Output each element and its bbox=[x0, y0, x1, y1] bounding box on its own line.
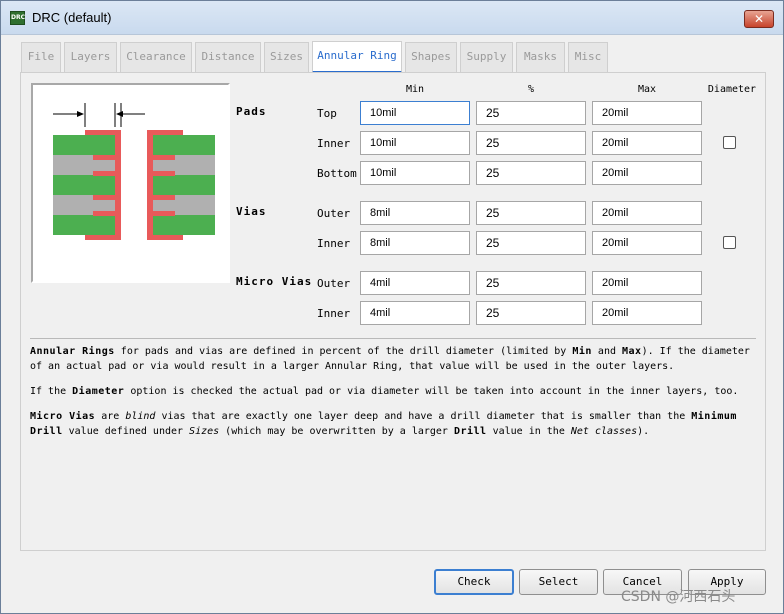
tab-layers[interactable]: Layers bbox=[64, 42, 117, 72]
micro-vias-inner-percent-input[interactable] bbox=[476, 301, 586, 325]
column-percent: % bbox=[527, 84, 535, 95]
tab-clearance[interactable]: Clearance bbox=[120, 42, 192, 72]
pads-top-min-input[interactable] bbox=[360, 101, 470, 125]
vias-outer-percent-input[interactable] bbox=[476, 201, 586, 225]
description-micro-vias: Micro Vias are blind vias that are exact… bbox=[30, 409, 755, 439]
desc-text: If the bbox=[30, 386, 73, 397]
pads-label: Pads bbox=[236, 105, 267, 118]
desc-text: value in the bbox=[486, 426, 571, 437]
vias-outer-max-input[interactable] bbox=[592, 201, 702, 225]
pads-bottom-min-input[interactable] bbox=[360, 161, 470, 185]
desc-text: value defined under bbox=[62, 426, 190, 437]
micro-vias-outer-label: Outer bbox=[317, 277, 351, 290]
tab-distance[interactable]: Distance bbox=[195, 42, 261, 72]
desc-term-sizes: Sizes bbox=[189, 426, 220, 437]
desc-term-diameter: Diameter bbox=[72, 386, 125, 397]
desc-term-min: Min bbox=[572, 346, 592, 357]
select-button[interactable]: Select bbox=[519, 569, 598, 595]
vias-outer-label: Outer bbox=[317, 207, 351, 220]
pads-inner-max-input[interactable] bbox=[592, 131, 702, 155]
desc-text: for pads and vias are defined in percent… bbox=[114, 346, 573, 357]
vias-inner-min-input[interactable] bbox=[360, 231, 470, 255]
micro-vias-inner-label: Inner bbox=[317, 307, 351, 320]
pads-top-label: Top bbox=[317, 107, 337, 120]
micro-vias-outer-percent-input[interactable] bbox=[476, 271, 586, 295]
desc-text: ). bbox=[637, 426, 650, 437]
desc-text: vias that are exactly one layer deep and… bbox=[155, 411, 692, 422]
micro-vias-outer-max-input[interactable] bbox=[592, 271, 702, 295]
vias-diameter-checkbox[interactable] bbox=[723, 236, 736, 249]
desc-term-blind: blind bbox=[125, 411, 156, 422]
vias-inner-label: Inner bbox=[317, 237, 351, 250]
pads-inner-min-input[interactable] bbox=[360, 131, 470, 155]
title-bar: DRC DRC (default) ✕ bbox=[1, 1, 783, 35]
micro-vias-inner-max-input[interactable] bbox=[592, 301, 702, 325]
annular-ring-diagram bbox=[31, 83, 230, 283]
check-button[interactable]: Check bbox=[434, 569, 514, 595]
annular-ring-illustration bbox=[53, 103, 215, 240]
tab-sizes[interactable]: Sizes bbox=[264, 42, 309, 72]
desc-term-annular-rings: Annular Rings bbox=[30, 346, 115, 357]
separator bbox=[30, 338, 756, 339]
micro-vias-inner-min-input[interactable] bbox=[360, 301, 470, 325]
pads-bottom-max-input[interactable] bbox=[592, 161, 702, 185]
tab-masks[interactable]: Masks bbox=[516, 42, 565, 72]
desc-text: are bbox=[95, 411, 126, 422]
drc-app-icon: DRC bbox=[10, 11, 25, 25]
tab-annular-ring[interactable]: Annular Ring bbox=[312, 41, 402, 73]
window-title: DRC (default) bbox=[32, 10, 112, 25]
tab-file[interactable]: File bbox=[21, 42, 61, 72]
tab-supply[interactable]: Supply bbox=[460, 42, 513, 72]
vias-inner-max-input[interactable] bbox=[592, 231, 702, 255]
column-max: Max bbox=[637, 84, 657, 95]
desc-term-micro-vias: Micro Vias bbox=[30, 411, 96, 422]
pads-inner-percent-input[interactable] bbox=[476, 131, 586, 155]
desc-text: option is checked the actual pad or via … bbox=[124, 386, 739, 397]
vias-outer-min-input[interactable] bbox=[360, 201, 470, 225]
drc-dialog: DRC DRC (default) ✕ File Layers Clearanc… bbox=[0, 0, 784, 614]
micro-vias-outer-min-input[interactable] bbox=[360, 271, 470, 295]
desc-text: and bbox=[591, 346, 623, 357]
description-annular-rings: Annular Rings for pads and vias are defi… bbox=[30, 344, 755, 374]
pads-diameter-checkbox[interactable] bbox=[723, 136, 736, 149]
vias-label: Vias bbox=[236, 205, 267, 218]
column-diameter: Diameter bbox=[707, 84, 757, 95]
column-min: Min bbox=[405, 84, 425, 95]
pads-top-max-input[interactable] bbox=[592, 101, 702, 125]
desc-text: (which may be overwritten by a larger bbox=[219, 426, 454, 437]
description-diameter: If the Diameter option is checked the ac… bbox=[30, 384, 755, 399]
watermark: CSDN @河西石头 bbox=[621, 589, 736, 605]
pads-bottom-percent-input[interactable] bbox=[476, 161, 586, 185]
tab-misc[interactable]: Misc bbox=[568, 42, 608, 72]
vias-inner-percent-input[interactable] bbox=[476, 231, 586, 255]
desc-term-drill: Drill bbox=[453, 426, 487, 437]
desc-term-net-classes: Net classes bbox=[570, 426, 638, 437]
tab-shapes[interactable]: Shapes bbox=[405, 42, 457, 72]
pads-inner-label: Inner bbox=[317, 137, 351, 150]
desc-term-max: Max bbox=[622, 346, 642, 357]
pads-top-percent-input[interactable] bbox=[476, 101, 586, 125]
micro-vias-label: Micro Vias bbox=[236, 275, 313, 288]
close-button[interactable]: ✕ bbox=[744, 10, 774, 28]
pads-bottom-label: Bottom bbox=[317, 167, 357, 180]
